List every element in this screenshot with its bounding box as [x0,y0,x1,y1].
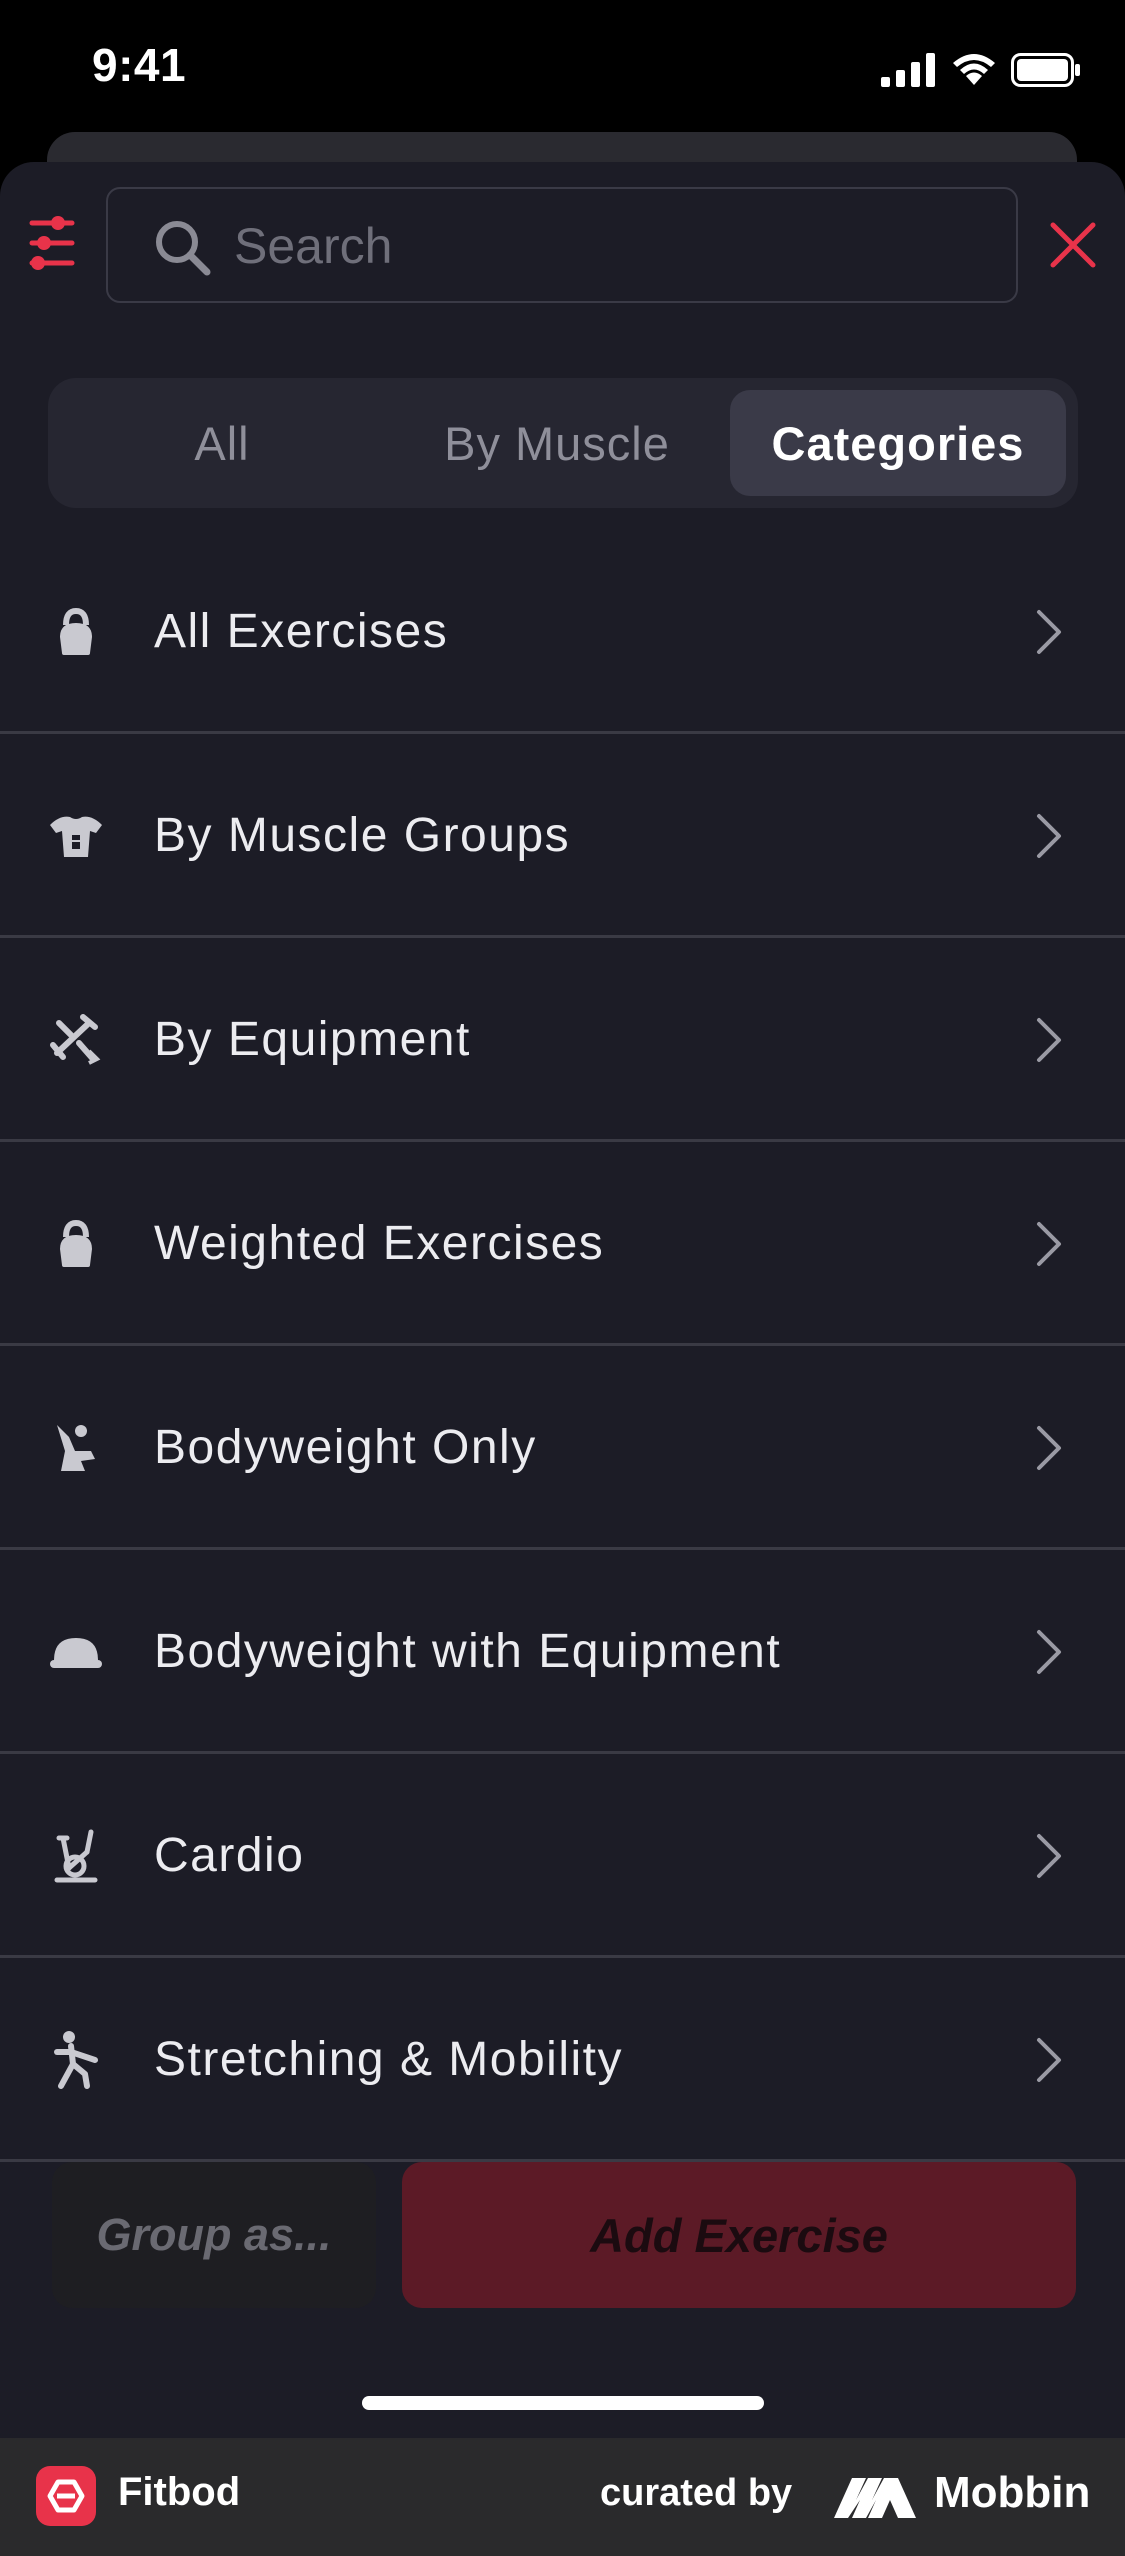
search-input[interactable] [232,213,976,279]
list-item-label: By Muscle Groups [154,809,571,862]
kettlebell-icon [44,600,108,664]
chevron-right-icon [1037,1222,1061,1266]
list-item-weighted-exercises[interactable]: Weighted Exercises [0,1142,1125,1346]
bodyweight-icon [44,1416,108,1480]
tab-by-muscle[interactable]: By Muscle [392,390,722,496]
close-icon [1050,222,1096,268]
chevron-right-icon [1037,1426,1061,1470]
battery-icon [1011,53,1080,87]
search-box[interactable] [106,187,1018,303]
equipment-icon [44,1008,108,1072]
torso-icon [44,804,108,868]
segmented-control: All By Muscle Categories [48,378,1078,508]
chevron-right-icon [1037,1018,1061,1062]
fitbod-logo-icon [36,2466,96,2526]
filter-button[interactable] [22,208,82,278]
chevron-right-icon [1037,1630,1061,1674]
add-exercise-button[interactable]: Add Exercise [402,2162,1076,2308]
list-item-label: All Exercises [154,605,449,658]
group-as-button[interactable]: Group as... [52,2162,376,2308]
chevron-right-icon [1037,2038,1061,2082]
bosu-ball-icon [44,1620,108,1684]
list-item-bodyweight-with-equipment[interactable]: Bodyweight with Equipment [0,1550,1125,1754]
wifi-icon [953,54,995,85]
tab-all[interactable]: All [62,390,382,496]
status-time: 9:41 [92,39,187,91]
list-item-label: Stretching & Mobility [154,2033,624,2086]
status-icons [881,48,1081,92]
signal-icon [881,53,935,87]
attribution-footer: Fitbod curated by Mobbin [0,2438,1125,2556]
home-indicator [362,2396,764,2410]
list-item-bodyweight-only[interactable]: Bodyweight Only [0,1346,1125,1550]
tab-categories[interactable]: Categories [730,390,1066,496]
chevron-right-icon [1037,610,1061,654]
close-button[interactable] [1046,218,1100,272]
list-item-label: Bodyweight with Equipment [154,1625,782,1678]
list-item-cardio[interactable]: Cardio [0,1754,1125,1958]
category-list: All Exercises By Muscle Groups By Equipm… [0,530,1125,2162]
status-bar: 9:41 [0,0,1125,150]
list-item-by-muscle-groups[interactable]: By Muscle Groups [0,734,1125,938]
kettlebell-icon [44,1212,108,1276]
list-item-label: By Equipment [154,1013,471,1066]
app-name: Fitbod [118,2470,241,2514]
filter-sliders-icon [29,216,75,270]
list-item-stretching-mobility[interactable]: Stretching & Mobility [0,1958,1125,2162]
list-item-label: Bodyweight Only [154,1421,537,1474]
chevron-right-icon [1037,814,1061,858]
curated-by-label: curated by [600,2472,793,2514]
exercise-bike-icon [44,1824,108,1888]
list-item-by-equipment[interactable]: By Equipment [0,938,1125,1142]
stretching-icon [44,2028,108,2092]
chevron-right-icon [1037,1834,1061,1878]
list-item-label: Cardio [154,1829,305,1882]
mobbin-brand-name: Mobbin [934,2468,1091,2517]
mobbin-logo-icon [834,2478,916,2518]
search-icon [156,221,211,276]
list-item-label: Weighted Exercises [154,1217,605,1270]
list-item-all-exercises[interactable]: All Exercises [0,530,1125,734]
